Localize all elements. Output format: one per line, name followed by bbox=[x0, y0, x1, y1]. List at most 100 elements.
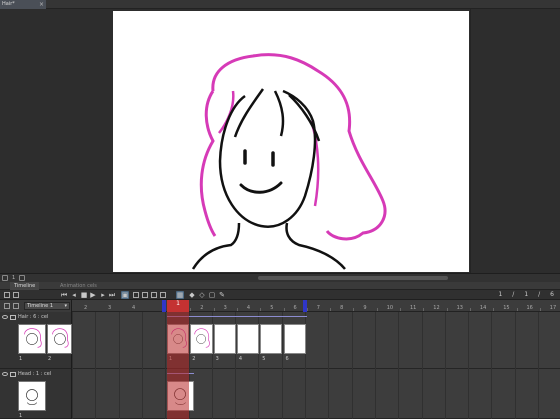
onion-skin-icon[interactable]: ▣ bbox=[121, 291, 129, 299]
ruler-number: 2 bbox=[200, 305, 204, 311]
horizontal-scrollbar[interactable] bbox=[258, 276, 448, 280]
edit-timeline-icon[interactable] bbox=[13, 292, 19, 298]
track-header-hair[interactable]: Hair : 6 : cel 1 2 bbox=[0, 312, 72, 369]
folder-icon[interactable] bbox=[10, 371, 16, 377]
prev-frame-icon[interactable]: ◂ bbox=[70, 291, 78, 299]
grid-line bbox=[258, 369, 260, 419]
ruler-number: 15 bbox=[503, 305, 510, 311]
grid-line bbox=[444, 312, 446, 369]
pencil-icon[interactable]: ✎ bbox=[218, 291, 226, 299]
smile bbox=[239, 181, 283, 194]
grid-line bbox=[328, 312, 330, 369]
ruler-tick bbox=[260, 308, 262, 311]
end-marker[interactable] bbox=[303, 300, 307, 312]
assign-cel-icon[interactable] bbox=[142, 292, 148, 298]
ruler-tick bbox=[190, 308, 192, 311]
rotate-icon[interactable] bbox=[2, 275, 8, 281]
grid-line bbox=[95, 312, 97, 369]
end-frame[interactable]: 1 bbox=[524, 290, 528, 300]
thumb-number: 2 bbox=[48, 356, 52, 362]
copy-cel-icon[interactable] bbox=[160, 292, 166, 298]
ruler-number: 3 bbox=[108, 305, 112, 311]
zoom-value[interactable]: 1 bbox=[12, 275, 15, 281]
current-frame[interactable]: 1 bbox=[498, 290, 502, 300]
clear-cel-icon[interactable] bbox=[151, 292, 157, 298]
ruler-tick bbox=[516, 308, 518, 311]
ruler-tick bbox=[423, 308, 425, 311]
cel-thumbnail[interactable] bbox=[18, 324, 46, 354]
last-frame-icon[interactable]: ⏭ bbox=[108, 291, 116, 299]
ruler-number: 3 bbox=[223, 305, 227, 311]
right-panel bbox=[470, 9, 560, 273]
cel-thumbnail[interactable] bbox=[47, 324, 72, 354]
grid-line bbox=[141, 312, 143, 369]
document-tab-bar: Hair* × bbox=[0, 0, 560, 9]
tab-timeline[interactable]: Timeline bbox=[10, 282, 40, 290]
ruler-tick bbox=[330, 308, 332, 311]
bangs-left bbox=[233, 88, 265, 138]
start-marker[interactable] bbox=[162, 300, 166, 312]
timeline-cel[interactable] bbox=[260, 324, 283, 354]
keyframe-icon[interactable]: ◆ bbox=[188, 291, 196, 299]
neck-left bbox=[191, 222, 241, 270]
drawing-canvas[interactable] bbox=[113, 11, 469, 272]
grid-line bbox=[468, 369, 470, 419]
character-drawing bbox=[191, 53, 387, 270]
track-row-hair[interactable]: 123456 bbox=[72, 312, 560, 369]
stop-icon[interactable]: ■ bbox=[80, 291, 88, 299]
new-timeline-icon[interactable] bbox=[4, 292, 10, 298]
grid-line bbox=[72, 369, 73, 419]
frame-ruler[interactable]: 1234567891011121314151617234 bbox=[72, 300, 560, 312]
timeline-cel[interactable] bbox=[283, 324, 306, 354]
thumb-number: 1 bbox=[19, 413, 23, 419]
next-frame-icon[interactable]: ▸ bbox=[99, 291, 107, 299]
document-tab[interactable]: Hair* × bbox=[0, 0, 46, 9]
grid-line bbox=[118, 369, 120, 419]
ruler-tick bbox=[236, 308, 238, 311]
ruler-number: 10 bbox=[386, 305, 394, 311]
grid-line bbox=[351, 312, 353, 369]
timeline-select-value: Timeline 1 bbox=[27, 303, 54, 309]
grid-line bbox=[211, 369, 213, 419]
eye-icon[interactable] bbox=[2, 372, 8, 376]
grid-line bbox=[514, 312, 516, 369]
grid-line bbox=[421, 369, 423, 419]
ruler-tick bbox=[400, 308, 401, 311]
tab-animation-cels[interactable]: Animation cels bbox=[60, 282, 97, 290]
track-header-head[interactable]: Head : 1 : cel 1 bbox=[0, 369, 72, 419]
cel-number: 5 bbox=[262, 356, 266, 362]
grid-line bbox=[538, 312, 539, 369]
ruler-tick bbox=[376, 308, 378, 311]
total-frames[interactable]: 6 bbox=[550, 290, 554, 300]
timeline-select[interactable]: Timeline 1 ▾ bbox=[24, 302, 70, 310]
timeline-cel[interactable] bbox=[213, 324, 236, 354]
close-icon[interactable]: × bbox=[39, 0, 44, 9]
ruler-number: 12 bbox=[433, 305, 440, 311]
flip-icon[interactable] bbox=[19, 275, 26, 281]
timeline-toolbar: ⏮ ◂ ■ ▶ ▸ ⏭ ▣ ▦ ◆ ◇ ▢ ✎ 1 / 1 / 6 bbox=[0, 290, 560, 300]
ruler-number: 6 bbox=[293, 305, 297, 311]
folder-icon[interactable] bbox=[13, 303, 19, 309]
track-row-head[interactable] bbox=[72, 369, 560, 419]
timeline-cel[interactable] bbox=[236, 324, 260, 354]
grid-line bbox=[305, 369, 306, 419]
playhead[interactable]: 1 bbox=[167, 300, 189, 312]
ruler-number: 5 bbox=[270, 305, 274, 311]
first-frame-icon[interactable]: ⏮ bbox=[60, 291, 68, 299]
play-icon[interactable]: ▶ bbox=[89, 291, 97, 299]
layer-settings-icon[interactable] bbox=[4, 303, 10, 309]
grid-line bbox=[538, 369, 539, 419]
eye-icon[interactable] bbox=[2, 315, 8, 319]
grid-line bbox=[491, 369, 493, 419]
folder-icon[interactable] bbox=[10, 314, 16, 320]
camera-icon[interactable]: ▢ bbox=[208, 291, 216, 299]
grid-line bbox=[491, 312, 493, 369]
cel-thumbnail[interactable] bbox=[18, 381, 46, 411]
timeline-cel[interactable] bbox=[190, 324, 213, 354]
ruler-tick bbox=[446, 308, 448, 311]
new-cel-icon[interactable] bbox=[133, 292, 139, 298]
light-table-icon[interactable]: ▦ bbox=[176, 291, 184, 299]
timeline-header-left: Timeline 1 ▾ bbox=[0, 300, 72, 312]
ruler-number: 16 bbox=[526, 305, 533, 311]
interpolation-icon[interactable]: ◇ bbox=[198, 291, 206, 299]
